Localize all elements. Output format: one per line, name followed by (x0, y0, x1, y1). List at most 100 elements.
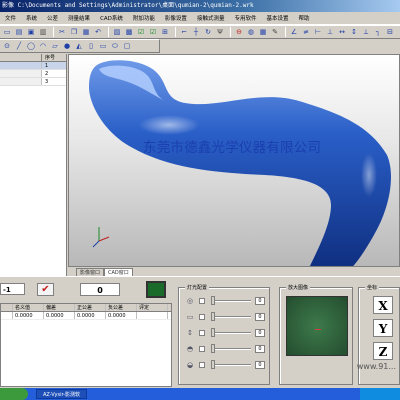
confirm-button[interactable]: ✔ (37, 283, 54, 296)
taskbar-app-item[interactable]: AZ-Vysir-影测软 (36, 389, 88, 399)
slider-thumb[interactable] (211, 344, 215, 353)
arc-icon[interactable]: ◠ (38, 41, 48, 51)
light-toggle[interactable] (199, 346, 205, 352)
rectangle-icon[interactable]: ▭ (98, 41, 108, 51)
cone-icon[interactable]: ◭ (74, 41, 84, 51)
grid-icon[interactable]: ⊟ (385, 27, 395, 37)
save-icon[interactable]: ▣ (26, 27, 36, 37)
light-value[interactable]: 0 (255, 297, 265, 305)
light-slider[interactable] (211, 344, 251, 353)
feature-list-row[interactable]: 3 (0, 78, 66, 86)
start-button[interactable] (0, 388, 28, 400)
feature-list-name-cell (0, 62, 42, 69)
line-icon[interactable]: ⊢ (313, 27, 323, 37)
menu-file[interactable]: 文件 (0, 14, 21, 22)
table-header-cell (1, 304, 13, 311)
slider-thumb[interactable] (211, 360, 215, 369)
menu-system[interactable]: 系统 (21, 14, 42, 22)
geometry-toolbar: ⊙ ╱ ◯ ◠ ▱ ● ◭ ▯ ▭ ⬭ ▢ (0, 39, 160, 53)
table-row[interactable]: 0.0000 0.0000 0.0000 0.0000 (1, 312, 171, 320)
menu-help[interactable]: 帮助 (293, 14, 314, 22)
light-value[interactable]: 0 (255, 361, 265, 369)
undo-icon[interactable]: ↶ (93, 27, 103, 37)
light-toggle[interactable] (199, 330, 205, 336)
parallel-icon[interactable]: ≠ (301, 27, 311, 37)
magnified-image[interactable] (286, 296, 348, 356)
slider-thumb[interactable] (211, 296, 215, 305)
crosshair-icon[interactable]: ┼ (191, 27, 201, 37)
plane-icon[interactable]: ▱ (50, 41, 60, 51)
chart-icon[interactable]: ▨ (112, 27, 122, 37)
axis-y-button[interactable]: Y (373, 319, 393, 337)
camera-icon[interactable]: ◍ (246, 27, 256, 37)
cad-viewport[interactable]: 东莞市德鑫光学仪器有限公司 (68, 54, 400, 267)
feature-list-name-col (0, 54, 42, 61)
light-value[interactable]: 0 (255, 313, 265, 321)
surface-light-icon: ↕ (187, 329, 193, 337)
slider-thumb[interactable] (211, 328, 215, 337)
menu-results[interactable]: 测量结果 (63, 14, 95, 22)
dim-icon[interactable]: ▦ (258, 27, 268, 37)
table-cell (137, 312, 168, 319)
feature-list-row[interactable]: 1 (0, 62, 66, 70)
tab-cad-window[interactable]: CAD窗口 (104, 268, 133, 276)
tilt-icon[interactable]: ⟂ (361, 27, 371, 37)
light-value[interactable]: 0 (255, 345, 265, 353)
table-cell: 0.0000 (75, 312, 106, 319)
bottom-light-icon: ◒ (186, 361, 194, 369)
color-swatch[interactable] (146, 281, 166, 298)
light-toggle[interactable] (199, 298, 205, 304)
sphere-icon[interactable]: ● (62, 41, 72, 51)
menu-addons[interactable]: 附加功能 (128, 14, 160, 22)
tab-image-window[interactable]: 影像窗口 (76, 268, 105, 276)
axis-z-button[interactable]: Z (373, 342, 393, 360)
probe-icon[interactable]: Ψ (215, 27, 225, 37)
menu-image-settings[interactable]: 影像设置 (160, 14, 192, 22)
cylinder-icon[interactable]: ▯ (86, 41, 96, 51)
check-icon[interactable]: ☑ (136, 27, 146, 37)
check-all-icon[interactable]: ☑ (148, 27, 158, 37)
new-icon[interactable]: ▭ (2, 27, 12, 37)
frame-icon[interactable]: ⌐ (179, 27, 189, 37)
light-slider[interactable] (211, 360, 251, 369)
paste-icon[interactable]: ▦ (81, 27, 91, 37)
slider-thumb[interactable] (211, 312, 215, 321)
distance-icon[interactable]: ↔ (337, 27, 347, 37)
vertical-icon[interactable]: ↕ (349, 27, 359, 37)
rotate-icon[interactable]: ↻ (203, 27, 213, 37)
slot-icon[interactable]: ▢ (122, 41, 132, 51)
light-toggle[interactable] (199, 362, 205, 368)
cut-icon[interactable]: ✂ (57, 27, 67, 37)
toolbar-separator (230, 27, 231, 37)
feature-list-row[interactable]: 2 (0, 70, 66, 78)
measure-icon[interactable]: ▩ (124, 27, 134, 37)
axis-x-button[interactable]: X (373, 296, 393, 314)
open-icon[interactable]: ▤ (14, 27, 24, 37)
menu-tolerance[interactable]: 公差 (42, 14, 63, 22)
bracket-icon[interactable]: ┐ (373, 27, 383, 37)
light-toggle[interactable] (199, 314, 205, 320)
circle-icon[interactable]: ◯ (26, 41, 36, 51)
light-slider[interactable] (211, 312, 251, 321)
print-icon[interactable]: ▥ (38, 27, 48, 37)
light-value[interactable]: 0 (255, 329, 265, 337)
menu-contact-measure[interactable]: 接触式测量 (192, 14, 230, 22)
menu-basic-settings[interactable]: 基本设置 (261, 14, 293, 22)
perp-icon[interactable]: ⊥ (325, 27, 335, 37)
table-cell: 0.0000 (106, 312, 137, 319)
main-toolbar: ▭ ▤ ▣ ▥ ✂ ❐ ▦ ↶ ▨ ▩ ☑ ☑ ⊞ ⌐ ┼ ↻ Ψ ⊖ ◍ ▦ … (0, 25, 400, 39)
light-slider[interactable] (211, 328, 251, 337)
line-tool-icon[interactable]: ╱ (14, 41, 24, 51)
point-icon[interactable]: ⊙ (2, 41, 12, 51)
stop-icon[interactable]: ⊖ (234, 27, 244, 37)
angle-icon[interactable]: ∠ (289, 27, 299, 37)
light-slider[interactable] (211, 296, 251, 305)
element-id-field[interactable]: -1 (0, 283, 25, 295)
menu-special-software[interactable]: 专用软件 (229, 14, 261, 22)
count-field[interactable]: 0 (80, 283, 120, 296)
menu-cad[interactable]: CAD系统 (95, 14, 128, 22)
zoom-icon[interactable]: ⊞ (160, 27, 170, 37)
ellipse-icon[interactable]: ⬭ (110, 41, 120, 51)
copy-icon[interactable]: ❐ (69, 27, 79, 37)
pin-icon[interactable]: ✎ (270, 27, 280, 37)
